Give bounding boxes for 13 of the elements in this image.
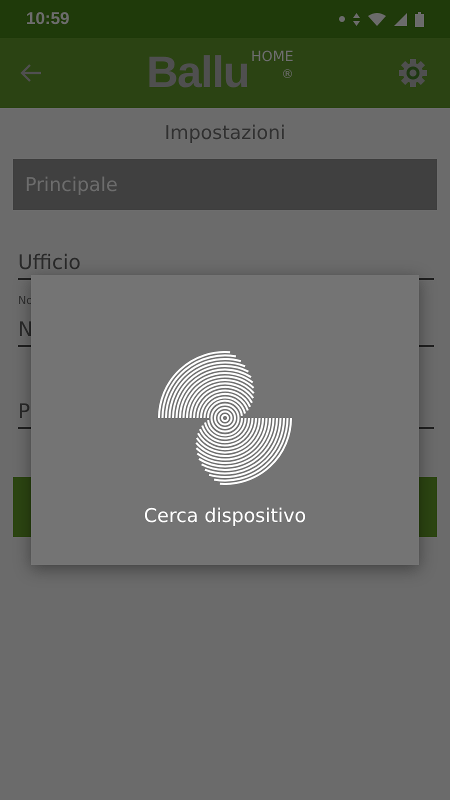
clock-time: 10:59 xyxy=(26,9,70,29)
wifi-icon xyxy=(368,12,386,26)
signal-icon xyxy=(394,12,407,26)
logo-subtitle: HOME xyxy=(251,49,294,65)
notification-dot-icon xyxy=(339,16,345,22)
logo-text: Ballu xyxy=(146,49,250,97)
dialog-message: Cerca dispositivo xyxy=(144,505,306,527)
registered-mark: ® xyxy=(282,67,294,81)
page-title: Impostazioni xyxy=(164,122,286,144)
battery-icon xyxy=(415,12,424,26)
data-arrows-icon xyxy=(353,12,360,26)
back-button[interactable] xyxy=(20,63,42,83)
settings-button[interactable] xyxy=(398,58,428,88)
